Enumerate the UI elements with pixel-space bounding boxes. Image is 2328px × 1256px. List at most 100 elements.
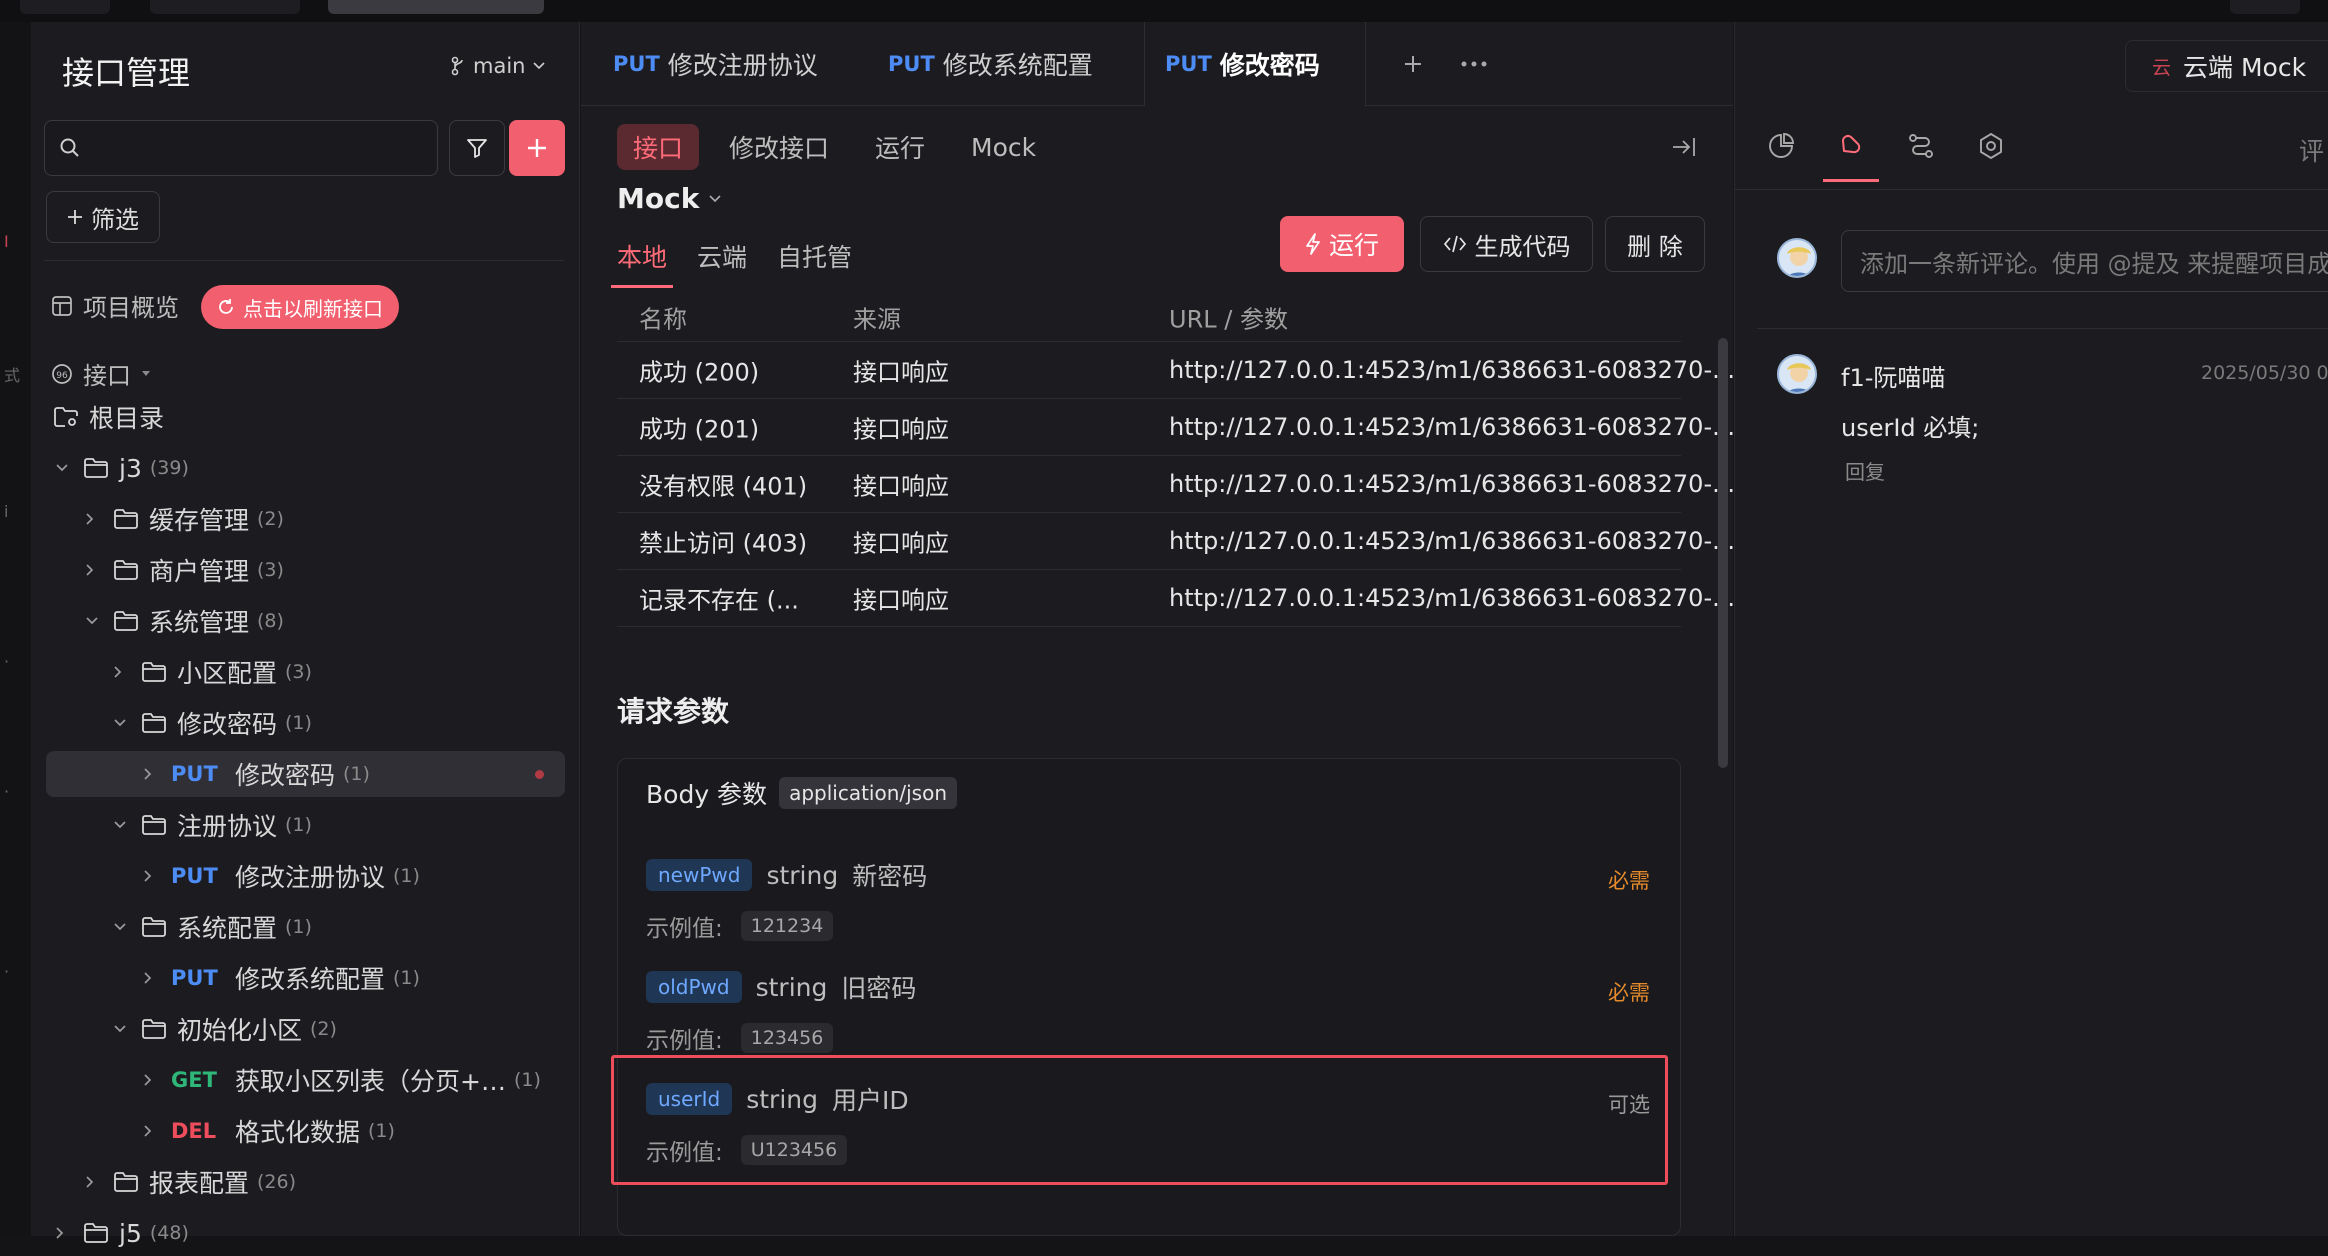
tab-local[interactable]: 本地: [610, 238, 674, 288]
table-row[interactable]: 没有权限 (401) 接口响应 http://127.0.0.1:4523/m1/6…: [617, 456, 1735, 513]
tree-item-label: 缓存管理: [149, 506, 250, 535]
main-panel: PUT 修改注册协议 PUT 修改系统配置 PUT 修改密码 接口 修改接口 运…: [581, 22, 1735, 1236]
subtab-mock[interactable]: Mock: [955, 124, 1052, 170]
param-desc: 旧密码: [841, 974, 917, 1003]
tab-comments[interactable]: [1823, 132, 1879, 182]
example-label: 示例值:: [646, 916, 723, 942]
comment-input[interactable]: 添加一条新评论。使用 @提及 来提醒项目成员: [1841, 230, 2328, 292]
route-icon: [1909, 134, 1933, 158]
branch-selector[interactable]: main: [451, 54, 546, 78]
tree-api-item[interactable]: PUT 修改密码 (1): [46, 751, 565, 797]
rail-marker: I: [4, 232, 9, 251]
run-button[interactable]: 运行: [1280, 216, 1404, 272]
more-tabs-button[interactable]: [1461, 22, 1487, 106]
tree-root-item[interactable]: 根目录: [31, 394, 580, 440]
chevron-down-icon[interactable]: [113, 820, 127, 830]
filter-button[interactable]: [449, 120, 505, 176]
refresh-api-button[interactable]: 点击以刷新接口: [201, 285, 399, 329]
tab-self-hosted[interactable]: 自托管: [777, 238, 852, 274]
environment-selector[interactable]: 云 云端 Mock: [2125, 40, 2328, 92]
tab-edit-register-protocol[interactable]: PUT 修改注册协议: [613, 22, 818, 106]
subtab-run[interactable]: 运行: [859, 124, 941, 170]
tab-label: 修改系统配置: [942, 51, 1093, 80]
tree-folder-item[interactable]: 修改密码 (1): [31, 700, 580, 746]
param-name: newPwd: [646, 859, 753, 891]
tree-folder-item[interactable]: 缓存管理 (2): [31, 496, 580, 542]
method-badge: PUT: [613, 52, 660, 76]
mock-name: 没有权限 (401): [639, 472, 808, 501]
new-tab-button[interactable]: [1401, 22, 1425, 106]
scrollbar[interactable]: [1718, 338, 1728, 768]
tab-history[interactable]: [1767, 132, 1795, 160]
chevron-right-icon[interactable]: [85, 512, 99, 526]
example-label: 示例值:: [646, 1028, 723, 1054]
api-section-toggle[interactable]: 96 接口: [51, 356, 151, 391]
active-window-tab[interactable]: [328, 0, 544, 14]
tree-api-item[interactable]: PUT 修改系统配置 (1): [31, 955, 580, 1001]
add-button[interactable]: [509, 120, 565, 176]
app-left-rail: I 式 i · · ·: [0, 22, 31, 1236]
tree-folder-item[interactable]: 小区配置 (3): [31, 649, 580, 695]
tree-item-label: 获取小区列表（分页+…: [235, 1067, 506, 1096]
table-row[interactable]: 记录不存在 (... 接口响应 http://127.0.0.1:4523/m1/6…: [617, 570, 1735, 627]
chevron-right-icon[interactable]: [85, 563, 99, 577]
tree-item-label: 商户管理: [149, 557, 250, 586]
tree-item-label: 格式化数据: [235, 1118, 361, 1147]
side-tab-label[interactable]: 评: [2299, 132, 2324, 168]
table-row[interactable]: 成功 (201) 接口响应 http://127.0.0.1:4523/m1/638…: [617, 399, 1735, 456]
chevron-right-icon[interactable]: [143, 1073, 157, 1087]
mock-name: 禁止访问 (403): [639, 529, 808, 558]
chevron-down-icon[interactable]: [113, 1024, 127, 1034]
chevron-right-icon[interactable]: [143, 869, 157, 883]
tree-folder-item[interactable]: j5 (48): [31, 1210, 580, 1256]
folder-icon: [113, 559, 139, 581]
chevron-down-icon[interactable]: [85, 616, 99, 626]
tree-folder-item[interactable]: 注册协议 (1): [31, 802, 580, 848]
tab-settings[interactable]: [1977, 132, 2005, 160]
mock-section-toggle[interactable]: Mock: [617, 182, 721, 215]
chevron-right-icon[interactable]: [143, 971, 157, 985]
comment-date: 2025/05/30 0: [2201, 362, 2328, 384]
subtab-api[interactable]: 接口: [617, 124, 700, 170]
table-row[interactable]: 禁止访问 (403) 接口响应 http://127.0.0.1:4523/m1/6…: [617, 513, 1735, 570]
tree-api-item[interactable]: DEL 格式化数据 (1): [31, 1108, 580, 1154]
delete-button[interactable]: 删 除: [1605, 216, 1705, 272]
tree-folder-item[interactable]: 商户管理 (3): [31, 547, 580, 593]
pie-chart-icon: [1769, 133, 1794, 158]
divider: [1757, 328, 2328, 329]
tree-folder-item[interactable]: 报表配置 (26): [31, 1159, 580, 1205]
tree-folder-item[interactable]: 系统管理 (8): [31, 598, 580, 644]
tree-folder-item[interactable]: 初始化小区 (2): [31, 1006, 580, 1052]
tab-change-password[interactable]: PUT 修改密码: [1144, 22, 1366, 106]
generate-code-button[interactable]: 生成代码: [1420, 216, 1593, 272]
tree-item-count: (1): [513, 1069, 541, 1091]
chevron-down-icon[interactable]: [113, 922, 127, 932]
chevron-down-icon[interactable]: [113, 718, 127, 728]
tree-item-count: (1): [368, 1120, 395, 1142]
search-input[interactable]: [44, 120, 438, 176]
chevron-down-icon[interactable]: [55, 463, 69, 473]
chevron-right-icon[interactable]: [55, 1226, 69, 1240]
project-overview-item[interactable]: 项目概览: [51, 288, 179, 323]
chevron-right-icon[interactable]: [143, 767, 157, 781]
plus-icon: [1405, 56, 1421, 72]
chevron-right-icon[interactable]: [113, 665, 127, 679]
reply-link[interactable]: 回复: [1845, 456, 1885, 485]
tab-edit-system-config[interactable]: PUT 修改系统配置: [888, 22, 1093, 106]
filter-add-button[interactable]: 筛选: [46, 191, 160, 243]
collapse-panel-button[interactable]: [1671, 136, 1697, 158]
tree-folder-item[interactable]: 系统配置 (1): [31, 904, 580, 950]
tab-flow[interactable]: [1907, 132, 1935, 160]
chevron-right-icon[interactable]: [85, 1175, 99, 1189]
chevron-right-icon[interactable]: [143, 1124, 157, 1138]
tree-api-item[interactable]: PUT 修改注册协议 (1): [31, 853, 580, 899]
subtab-edit[interactable]: 修改接口: [713, 124, 845, 170]
branch-icon: [451, 56, 463, 76]
rail-marker: ·: [4, 782, 10, 801]
table-row[interactable]: 成功 (200) 接口响应 http://127.0.0.1:4523/m1/638…: [617, 342, 1735, 399]
tree-folder-item[interactable]: j3 (39): [31, 445, 580, 491]
root-folder-icon: [53, 406, 79, 428]
tree-item-count: (26): [257, 1171, 297, 1193]
tab-cloud[interactable]: 云端: [697, 238, 747, 274]
tree-api-item[interactable]: GET 获取小区列表（分页+… (1): [31, 1057, 580, 1103]
